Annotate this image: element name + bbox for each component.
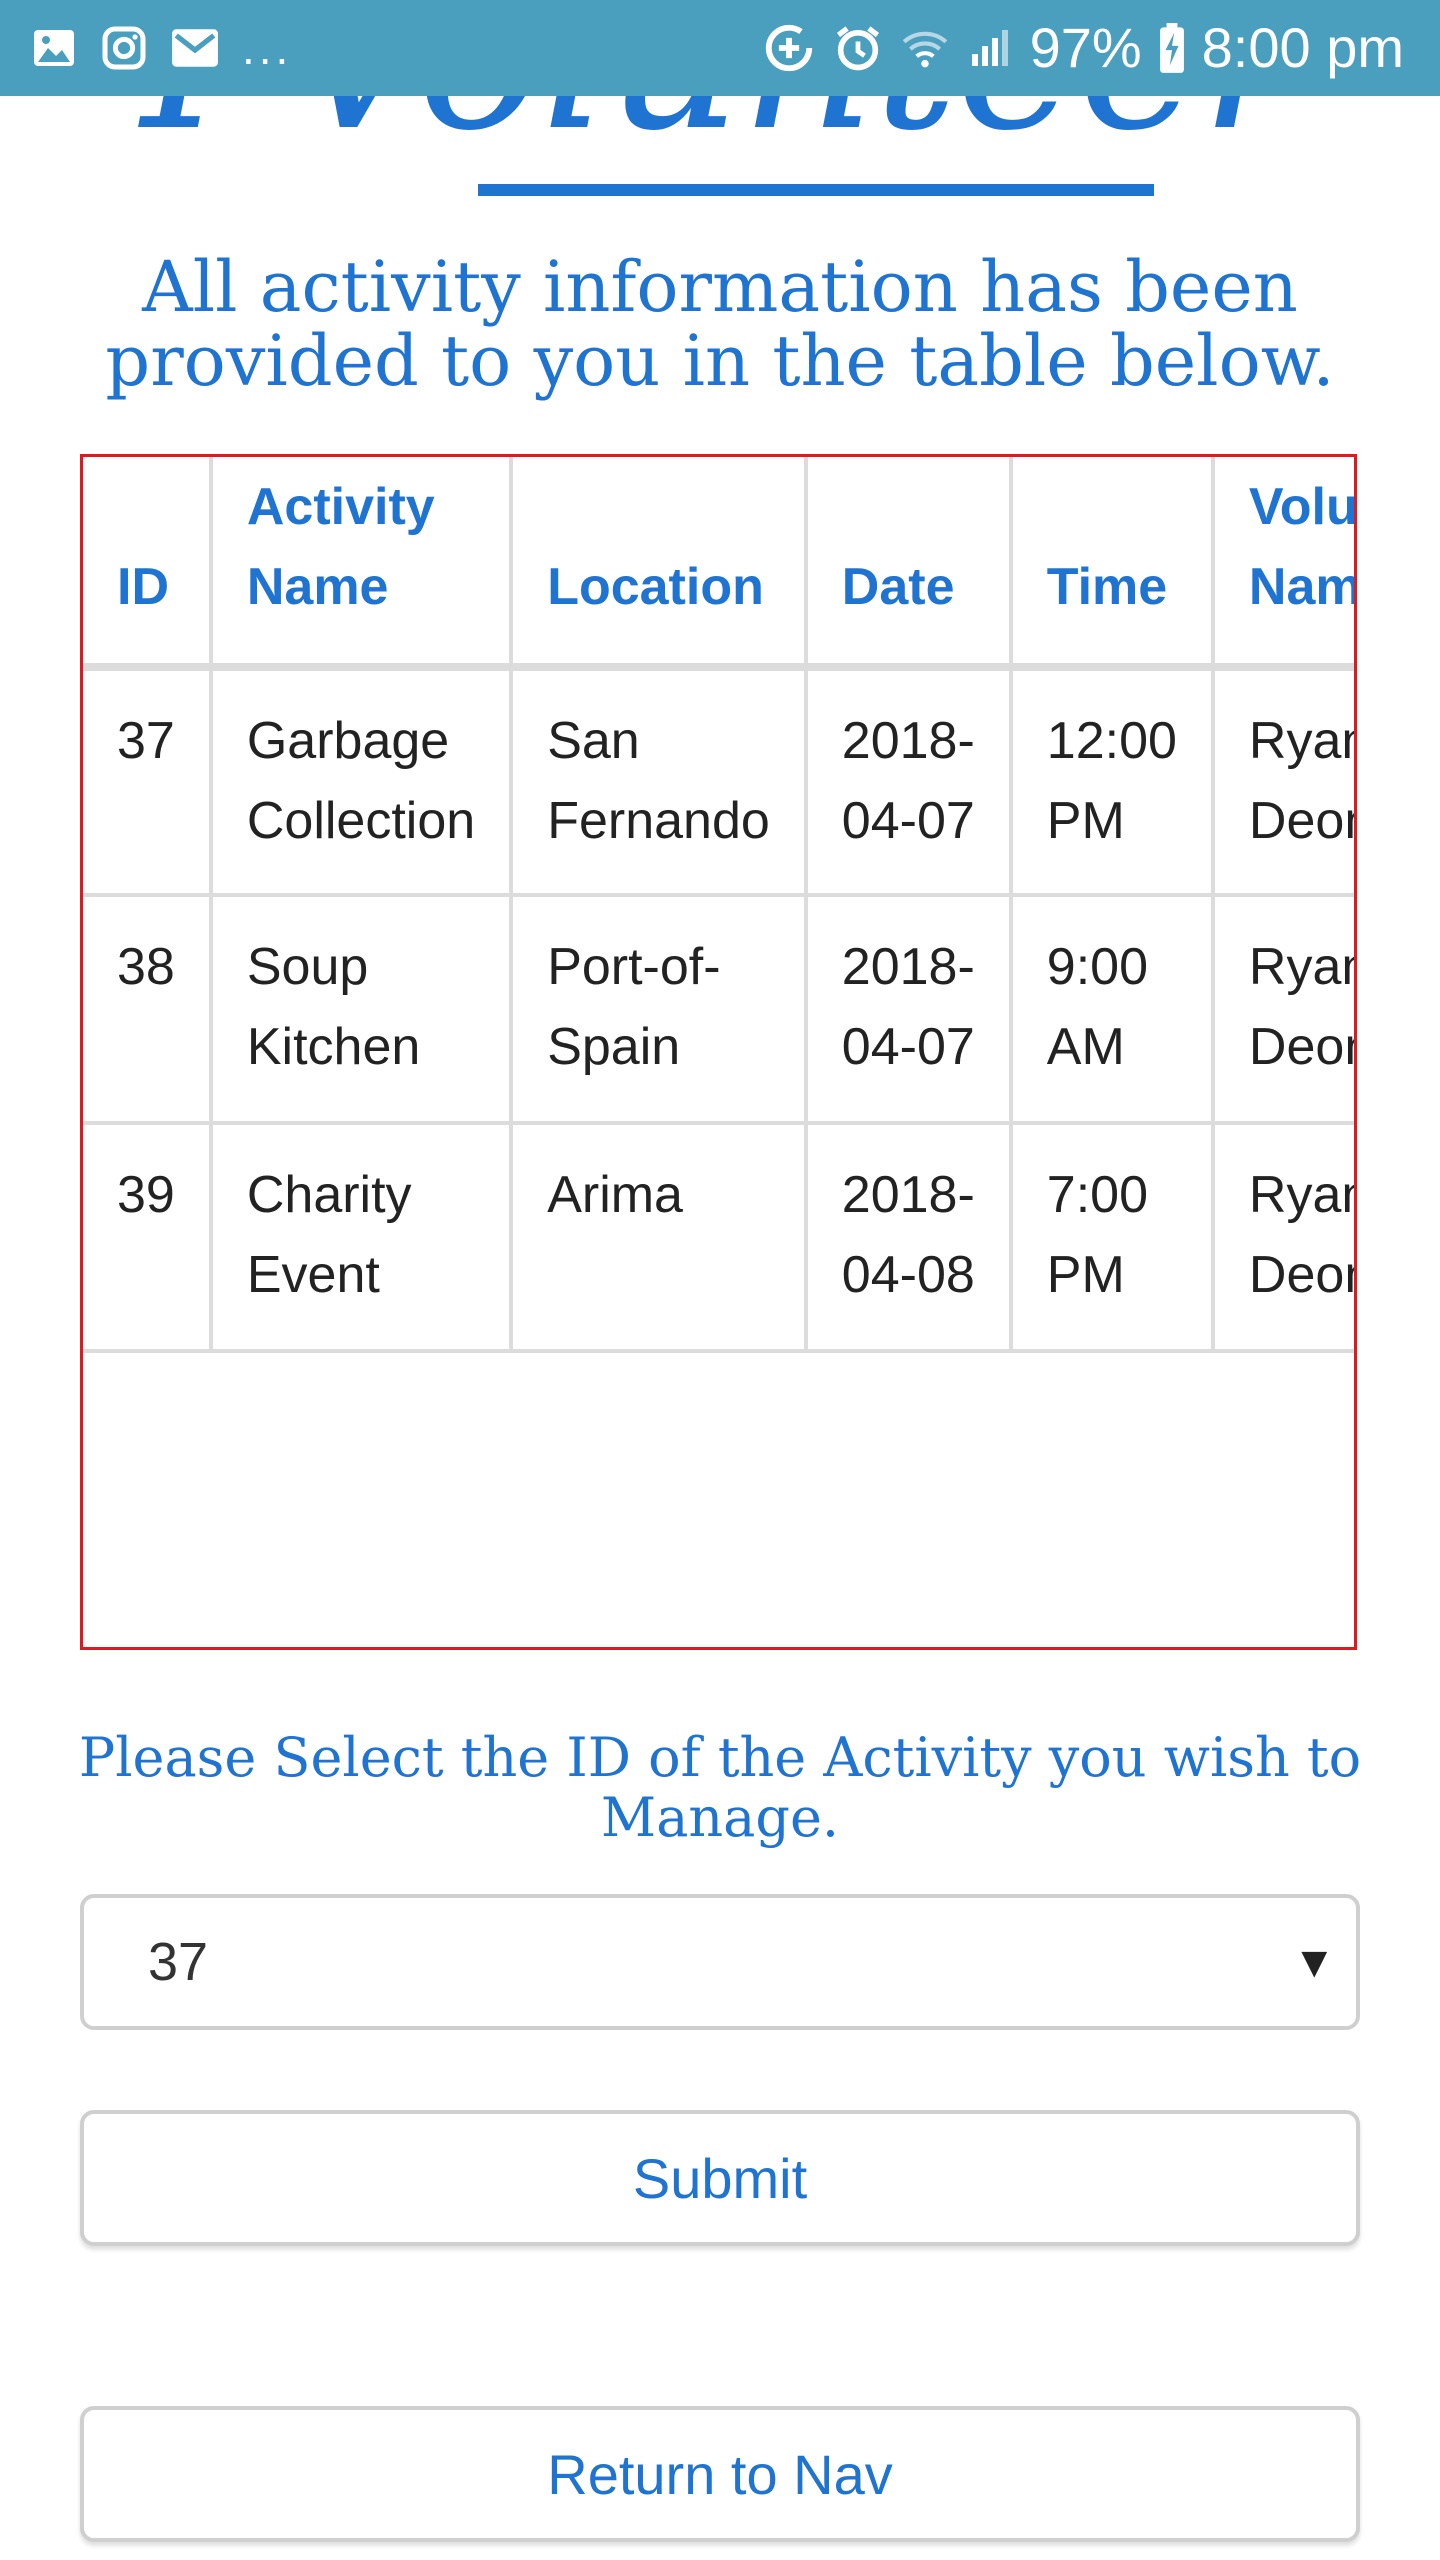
table-header-row: ID Activity Name Location Date Time Volu… <box>83 457 1354 671</box>
return-to-nav-button[interactable]: Return to Nav <box>80 2406 1360 2542</box>
cell-location: Port-of-Spain <box>509 893 808 1125</box>
header-date: Date <box>803 457 1013 671</box>
cell-date: 2018-04-08 <box>803 1121 1013 1353</box>
cell-volunteer-name: Ryan Deonarine <box>1210 893 1354 1125</box>
cell-volunteer-name: Ryan Deonarine <box>1210 1121 1354 1353</box>
cell-time: 9:00 AM <box>1008 893 1215 1125</box>
gmail-icon <box>170 26 220 70</box>
logo-underline <box>478 184 1154 196</box>
header-volunteer-name: Volunteer Name <box>1210 457 1354 671</box>
select-prompt: Please Select the ID of the Activity you… <box>78 1726 1362 1849</box>
activities-table-container[interactable]: ID Activity Name Location Date Time Volu… <box>80 454 1357 1650</box>
intro-text: All activity information has been provid… <box>105 246 1335 402</box>
cell-activity-name: Charity Event <box>208 1121 514 1353</box>
cell-time: 7:00 PM <box>1008 1121 1215 1353</box>
cell-volunteer-name: Ryan Deonarine <box>1210 665 1354 897</box>
image-icon <box>30 24 78 72</box>
dropdown-arrow-icon: ▼ <box>1292 1938 1336 1987</box>
instagram-icon <box>100 24 148 72</box>
cell-activity-name: Garbage Collection <box>208 665 514 897</box>
cell-location: Arima <box>509 1121 808 1353</box>
selected-id-value: 37 <box>148 1932 209 1992</box>
table-row: 39 Charity Event Arima 2018-04-08 7:00 P… <box>83 1121 1354 1353</box>
cell-activity-name: Soup Kitchen <box>208 893 514 1125</box>
cell-id: 38 <box>83 893 213 1125</box>
cell-date: 2018-04-07 <box>803 665 1013 897</box>
cell-time: 12:00 PM <box>1008 665 1215 897</box>
activity-id-select[interactable]: 37 ▼ <box>80 1894 1360 2030</box>
system-icons: 97% 8:00 pm <box>762 0 1404 96</box>
data-saver-icon <box>762 21 816 75</box>
wifi-icon <box>900 23 950 73</box>
battery-percentage: 97% <box>1029 16 1142 79</box>
header-time: Time <box>1008 457 1215 671</box>
cell-id: 39 <box>83 1121 213 1353</box>
alarm-icon <box>832 22 884 74</box>
submit-button[interactable]: Submit <box>80 2110 1360 2246</box>
header-id: ID <box>83 457 213 671</box>
cell-date: 2018-04-07 <box>803 893 1013 1125</box>
status-bar: ... 97% 8:00 pm <box>0 0 1440 96</box>
table-row: 37 Garbage Collection San Fernando 2018-… <box>83 665 1354 897</box>
battery-charging-icon <box>1158 22 1186 74</box>
cell-location: San Fernando <box>509 665 808 897</box>
cell-id: 37 <box>83 665 213 897</box>
signal-icon <box>966 24 1014 72</box>
table-row: 38 Soup Kitchen Port-of-Spain 2018-04-07… <box>83 893 1354 1125</box>
notification-icons: ... <box>30 0 292 96</box>
clock: 8:00 pm <box>1201 16 1404 79</box>
activities-table: ID Activity Name Location Date Time Volu… <box>83 457 1354 1353</box>
more-notifications-indicator: ... <box>242 22 293 74</box>
header-activity-name: Activity Name <box>208 457 514 671</box>
header-location: Location <box>509 457 808 671</box>
